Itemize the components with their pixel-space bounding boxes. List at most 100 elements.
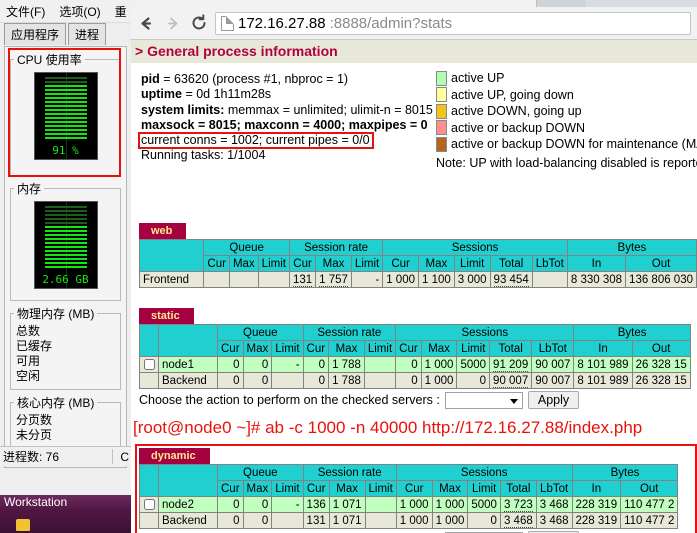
task-manager-statusbar: 进程数: 76 C bbox=[0, 446, 131, 466]
forward-arrow-icon bbox=[163, 14, 182, 33]
cell-rate-max: 1 071 bbox=[328, 496, 366, 513]
apply-button-static[interactable]: Apply bbox=[527, 391, 580, 409]
col-bytes-in: In bbox=[566, 255, 627, 272]
cell-sess-max: 1 100 bbox=[417, 271, 455, 288]
cell-bytes-in: 8 330 308 bbox=[566, 271, 627, 288]
col-sess-lbtot: LbTot bbox=[531, 340, 575, 357]
legend-item: active UP, going down bbox=[436, 87, 697, 104]
cell-rate-limit bbox=[364, 512, 397, 529]
cell-rate-limit bbox=[363, 372, 397, 389]
cell-bytes-out: 110 477 2 bbox=[620, 496, 679, 513]
stat-nonpaged: 未分页 bbox=[16, 428, 53, 442]
cell-sess-max: 1 000 bbox=[431, 496, 469, 513]
cell-sess-total: 90 007 bbox=[493, 374, 529, 388]
info-line-pid: pid = 63620 (process #1, nbproc = 1) bbox=[141, 72, 433, 87]
col-group-sessions: Sessions bbox=[395, 464, 573, 481]
cell-rate-limit bbox=[363, 356, 397, 373]
cell-sess-limit: 0 bbox=[467, 512, 501, 529]
col-bytes-out: Out bbox=[631, 340, 691, 357]
cell-rate-limit: - bbox=[350, 271, 384, 288]
col-queue-limit: Limit bbox=[271, 480, 304, 497]
col-bytes-out: Out bbox=[620, 480, 679, 497]
action-select-static[interactable] bbox=[444, 391, 523, 409]
cell-bytes-out: 26 328 15 bbox=[631, 356, 691, 373]
col-rate-cur: Cur bbox=[302, 340, 330, 357]
physical-memory-group: 物理内存 (MB) 总数 已缓存 可用 空闲 bbox=[10, 305, 121, 390]
stat-total: 总数 bbox=[16, 324, 41, 338]
row-checkbox-node1[interactable] bbox=[143, 358, 155, 370]
legend-label: active UP bbox=[451, 71, 505, 85]
address-bar[interactable]: 172.16.27.88:8888/admin?stats bbox=[215, 11, 691, 35]
memory-meter-bars bbox=[44, 206, 87, 270]
col-group-session-rate: Session rate bbox=[302, 464, 397, 481]
menu-view[interactable]: 重 bbox=[115, 3, 127, 20]
info-key: pid bbox=[141, 72, 160, 86]
col-group-queue: Queue bbox=[217, 324, 304, 341]
table-header-group-row: Queue Session rate Sessions Bytes bbox=[139, 464, 679, 497]
col-group-bytes: Bytes bbox=[571, 464, 679, 481]
info-key: system limits: bbox=[141, 102, 225, 117]
col-sess-max: Max bbox=[420, 340, 458, 357]
table-row: Backend 0 0 131 1 071 1 000 1 000 0 3 46… bbox=[139, 512, 679, 529]
stat-paged: 分页数 bbox=[16, 413, 53, 427]
legend-label: active or backup DOWN bbox=[451, 120, 586, 135]
legend-label: active DOWN, going up bbox=[451, 104, 582, 118]
stats-table-dynamic: Queue Session rate Sessions Bytes Cur Ma… bbox=[139, 464, 679, 529]
back-arrow-icon[interactable] bbox=[137, 14, 156, 33]
col-queue-limit: Limit bbox=[271, 340, 304, 357]
col-sess-total: Total bbox=[499, 480, 537, 497]
col-queue-cur: Cur bbox=[203, 255, 230, 272]
col-header-checkbox bbox=[139, 324, 159, 357]
info-key: maxsock = 8015; maxconn = 4000; maxpipes… bbox=[141, 117, 428, 132]
info-line-uptime: uptime = 0d 1h11m28s bbox=[141, 87, 433, 102]
cpu-usage-value: 91 % bbox=[52, 144, 79, 157]
col-queue-max: Max bbox=[242, 340, 273, 357]
row-checkbox-node2[interactable] bbox=[143, 498, 155, 510]
taskbar-item-workstation[interactable]: Workstation bbox=[0, 495, 131, 513]
col-rate-limit: Limit bbox=[350, 255, 384, 272]
col-group-queue: Queue bbox=[203, 239, 290, 256]
info-line-maxsock: maxsock = 8015; maxconn = 4000; maxpipes… bbox=[141, 118, 433, 133]
info-val: memmax = unlimited; ulimit-n = 8015 bbox=[224, 102, 433, 117]
browser-tab-active[interactable] bbox=[131, 0, 537, 7]
cell-sess-total: 3 723 bbox=[503, 498, 533, 512]
cell-queue-max: 0 bbox=[242, 496, 273, 513]
page-title: > General process information bbox=[131, 40, 697, 63]
table-header-sub-row: Cur Max Limit Cur Max Limit Cur Max Limi… bbox=[140, 340, 691, 357]
col-bytes-in: In bbox=[571, 480, 622, 497]
stats-table-web: Queue Session rate Sessions Bytes Cur Ma… bbox=[138, 239, 697, 288]
cell-sess-lbtot: 3 468 bbox=[535, 512, 573, 529]
table-row: node2 0 0 - 136 1 071 1 000 1 000 5000 3… bbox=[139, 496, 679, 513]
tab-applications[interactable]: 应用程序 bbox=[4, 23, 67, 45]
col-rate-max: Max bbox=[315, 255, 352, 272]
windows-taskbar: Workstation bbox=[0, 495, 131, 533]
cell-bytes-out: 26 328 15 bbox=[631, 372, 691, 389]
reload-icon[interactable] bbox=[189, 14, 208, 33]
legend-swatch-maintenance bbox=[436, 136, 447, 152]
cell-sess-cur: 1 000 bbox=[395, 496, 433, 513]
col-sess-lbtot: LbTot bbox=[531, 255, 568, 272]
cell-queue-cur bbox=[203, 271, 230, 288]
row-checkbox-cell-empty bbox=[139, 372, 159, 389]
performance-panel: CPU 使用率 91 % 内存 2.66 GB 物理内存 (MB) 总数 已缓存… bbox=[4, 46, 127, 468]
cell-rate-cur: 131 bbox=[302, 512, 330, 529]
cpu-usage-label: CPU 使用率 bbox=[17, 53, 82, 67]
tab-processes[interactable]: 进程 bbox=[68, 23, 107, 45]
info-line-limits: system limits: memmax = unlimited; ulimi… bbox=[141, 103, 433, 118]
cell-bytes-out: 110 477 2 bbox=[620, 512, 679, 529]
url-host: 172.16.27.88 bbox=[238, 14, 326, 32]
cell-rate-max: 1 757 bbox=[319, 273, 348, 287]
col-rate-limit: Limit bbox=[364, 480, 397, 497]
col-sess-cur: Cur bbox=[395, 340, 422, 357]
taskbar-tray-icon[interactable] bbox=[16, 519, 30, 531]
cell-bytes-in: 8 101 989 bbox=[573, 372, 633, 389]
info-line-running-tasks: Running tasks: 1/1004 bbox=[141, 148, 433, 163]
cell-sess-lbtot: 3 468 bbox=[535, 496, 573, 513]
col-rate-cur: Cur bbox=[288, 255, 317, 272]
menu-options[interactable]: 选项(O) bbox=[59, 3, 100, 20]
task-manager-tabs: 应用程序 进程 bbox=[0, 23, 131, 45]
menu-file[interactable]: 文件(F) bbox=[6, 3, 45, 20]
cell-sess-max: 1 000 bbox=[420, 372, 458, 389]
table-header-sub-row: Cur Max Limit Cur Max Limit Cur Max Limi… bbox=[140, 255, 697, 272]
memory-label: 内存 bbox=[17, 182, 42, 196]
